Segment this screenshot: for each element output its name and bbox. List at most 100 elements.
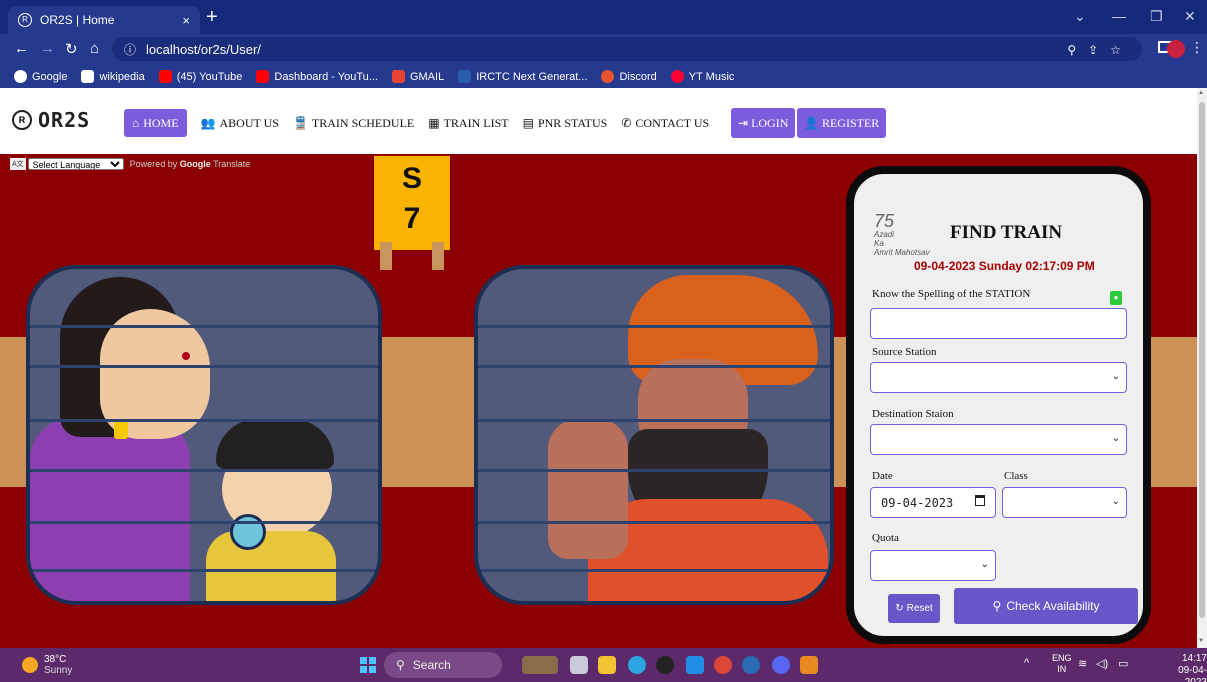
coach-sign: S 7 [374,156,450,250]
back-icon[interactable]: ← [14,40,29,57]
bookmarks-bar: Google wikipedia (45) YouTube Dashboard … [0,65,1207,88]
source-station-label: Source Station [872,346,937,358]
bookmark-item[interactable]: YT Music [670,70,734,83]
bookmark-star-icon[interactable]: ⚲⇪☆ [1067,43,1133,57]
users-icon: 👥 [200,115,216,130]
taskbar-search[interactable]: ⚲ Search [384,652,502,678]
register-button[interactable]: 👤 REGISTER [797,108,887,138]
home-icon[interactable]: ⌂ [90,40,99,57]
nav-train-schedule[interactable]: 🚆 TRAIN SCHEDULE [293,109,414,137]
menu-kebab-icon[interactable]: ⋮ [1190,39,1204,56]
nav-pnr-status[interactable]: ▤ PNR STATUS [523,109,608,137]
class-select[interactable]: ⌄ [1002,487,1127,518]
voice-search-mic-icon[interactable]: ● [1110,291,1122,305]
bookmark-item[interactable]: IRCTC Next Generat... [458,70,587,83]
train-logo-icon: R [12,110,32,130]
login-icon: ⇥ [738,115,749,130]
browser-tab[interactable]: R OR2S | Home × [8,6,200,34]
github-icon[interactable] [656,656,674,674]
illustration-raised-hand [548,419,628,559]
widgets-icon[interactable] [522,656,558,674]
find-train-title: FIND TRAIN [950,222,1063,243]
coach-letter: S [401,162,422,195]
find-train-panel: 75 Azadi Ka Amrit Mahotsav FIND TRAIN 09… [846,166,1151,644]
windows-start-icon[interactable] [360,657,376,673]
login-button[interactable]: ⇥ LOGIN [731,108,796,138]
page-scrollbar[interactable]: ▲ ▼ [1197,88,1207,648]
journey-date-input[interactable]: 09-04-2023 [870,487,996,518]
quota-select[interactable]: ⌄ [870,550,996,581]
forward-icon[interactable]: → [40,40,55,57]
source-station-select[interactable]: ⌄ [870,362,1127,393]
yt-music-icon [670,70,684,83]
search-icon: ⚲ [396,658,405,672]
nav-contact-us[interactable]: ✆ CONTACT US [621,109,709,137]
nav-home[interactable]: ⌂ HOME [124,109,187,137]
window-bar [30,365,378,368]
nav-about-us[interactable]: 👥 ABOUT US [201,109,279,137]
browser-tab-bar: R OR2S | Home × + ⌄ — ❐ ✕ [0,0,1207,34]
reset-button[interactable]: ↻ Reset [888,594,940,623]
scroll-down-icon[interactable]: ▼ [1198,638,1204,644]
chrome-icon[interactable] [714,656,732,674]
restore-icon[interactable]: ❐ [1150,8,1163,25]
train-icon: 🚆 [292,115,308,130]
steam-icon[interactable] [742,656,760,674]
station-spelling-input[interactable] [870,308,1127,339]
taskbar: 38°C Sunny ⚲ Search ^ ENG IN ≋ ◁) ▭ 14:17… [0,648,1207,682]
app-icon[interactable] [800,656,818,674]
bookmark-item[interactable]: (45) YouTube [158,70,242,83]
translate-icon: A文 [10,158,26,170]
minimize-icon[interactable]: — [1112,8,1126,24]
file-explorer-icon[interactable] [598,656,616,674]
bookmark-item[interactable]: Google [14,70,67,83]
bookmark-item[interactable]: wikipedia [81,70,145,83]
web-page: R OR2S ⌂ HOME 👥 ABOUT US 🚆 TRAIN SCHEDULE ▦… [0,88,1197,648]
new-tab-button[interactable]: + [206,6,218,28]
url-text: localhost/or2s/User/ [146,41,261,57]
illustration-earring [114,419,128,439]
tab-search-icon[interactable]: ⌄ [1074,8,1086,25]
vscode-icon[interactable] [686,656,704,674]
bookmark-item[interactable]: Discord [601,70,657,83]
site-logo[interactable]: R OR2S [12,108,90,132]
wikipedia-icon [81,70,95,83]
window-bar [30,521,378,524]
home-icon: ⌂ [132,115,140,130]
language-select[interactable]: Select Language [27,158,124,170]
weather-condition: Sunny [44,665,73,676]
discord-icon [601,70,615,83]
check-availability-button[interactable]: ⚲ Check Availability [954,588,1138,624]
bookmark-item[interactable]: Dashboard - YouTu... [256,70,378,83]
site-info-icon[interactable]: ⓘ [124,41,136,58]
card-icon: ▤ [522,115,534,130]
window-bar [478,469,830,472]
tray-overflow-icon[interactable]: ^ [1024,657,1029,669]
volume-icon[interactable]: ◁) [1096,657,1108,670]
scrollbar-thumb[interactable] [1199,102,1205,618]
battery-icon[interactable]: ▭ [1118,657,1128,670]
sign-post [380,242,392,270]
telegram-icon[interactable] [628,656,646,674]
nav-train-list[interactable]: ▦ TRAIN LIST [428,109,508,137]
profile-avatar[interactable] [1167,40,1185,58]
scroll-up-icon[interactable]: ▲ [1198,90,1204,96]
task-view-icon[interactable] [570,656,588,674]
close-window-icon[interactable]: ✕ [1184,8,1196,25]
chevron-down-icon: ⌄ [1111,433,1120,444]
destination-station-select[interactable]: ⌄ [870,424,1127,455]
close-tab-icon[interactable]: × [182,13,190,28]
reload-icon[interactable]: ↻ [65,40,78,58]
input-language[interactable]: ENG IN [1052,653,1072,675]
bookmark-item[interactable]: GMAIL [391,70,444,83]
discord-icon[interactable] [772,656,790,674]
url-input[interactable]: ⓘ localhost/or2s/User/ [112,37,1142,61]
youtube-icon [158,70,172,83]
system-clock[interactable]: 14:17 09-04-2023 [1160,653,1207,682]
wifi-icon[interactable]: ≋ [1078,657,1087,670]
sign-post [432,242,444,270]
calendar-icon[interactable] [975,495,985,506]
logo-text: OR2S [38,108,91,132]
weather-widget[interactable]: 38°C Sunny [22,654,72,676]
window-bar [30,569,378,572]
